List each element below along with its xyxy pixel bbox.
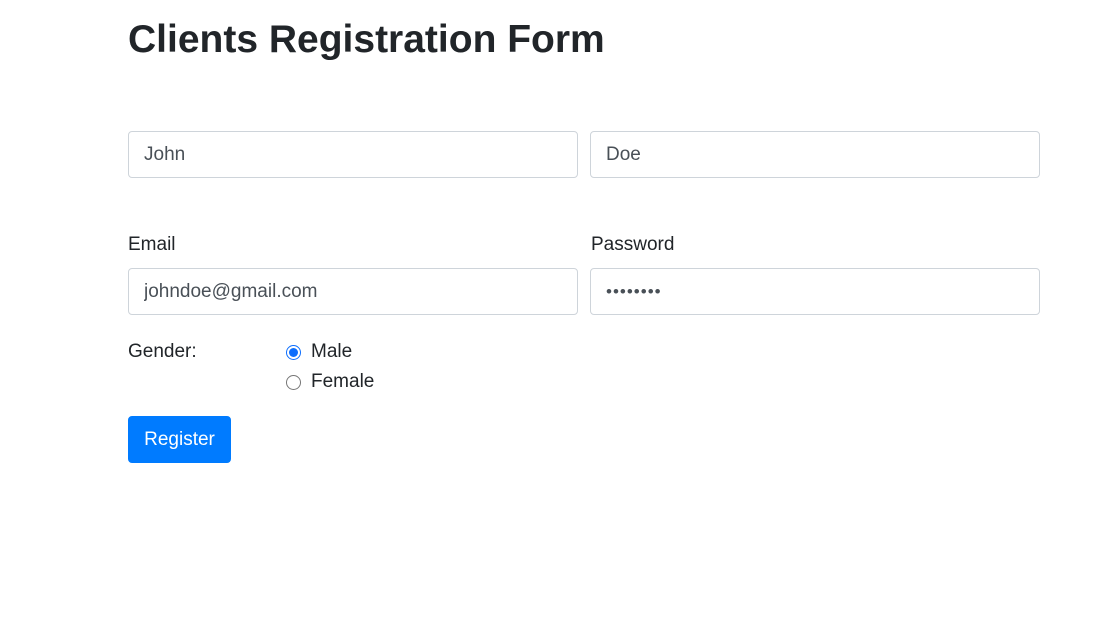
password-label: Password <box>591 234 675 255</box>
gender-option-male[interactable]: Male <box>285 340 352 364</box>
male-radio-label: Male <box>311 341 353 362</box>
register-button[interactable]: Register <box>128 416 231 463</box>
first-name-input[interactable] <box>128 131 578 178</box>
male-radio[interactable] <box>286 344 301 360</box>
female-radio-label: Female <box>311 371 375 392</box>
registration-page: Clients Registration Form Email Password… <box>0 0 1113 636</box>
gender-option-female[interactable]: Female <box>285 370 374 394</box>
email-label: Email <box>128 234 176 255</box>
password-field[interactable] <box>590 268 1040 315</box>
female-radio[interactable] <box>286 374 301 390</box>
page-title: Clients Registration Form <box>128 18 605 61</box>
gender-label: Gender: <box>128 341 197 362</box>
email-field[interactable] <box>128 268 578 315</box>
last-name-input[interactable] <box>590 131 1040 178</box>
